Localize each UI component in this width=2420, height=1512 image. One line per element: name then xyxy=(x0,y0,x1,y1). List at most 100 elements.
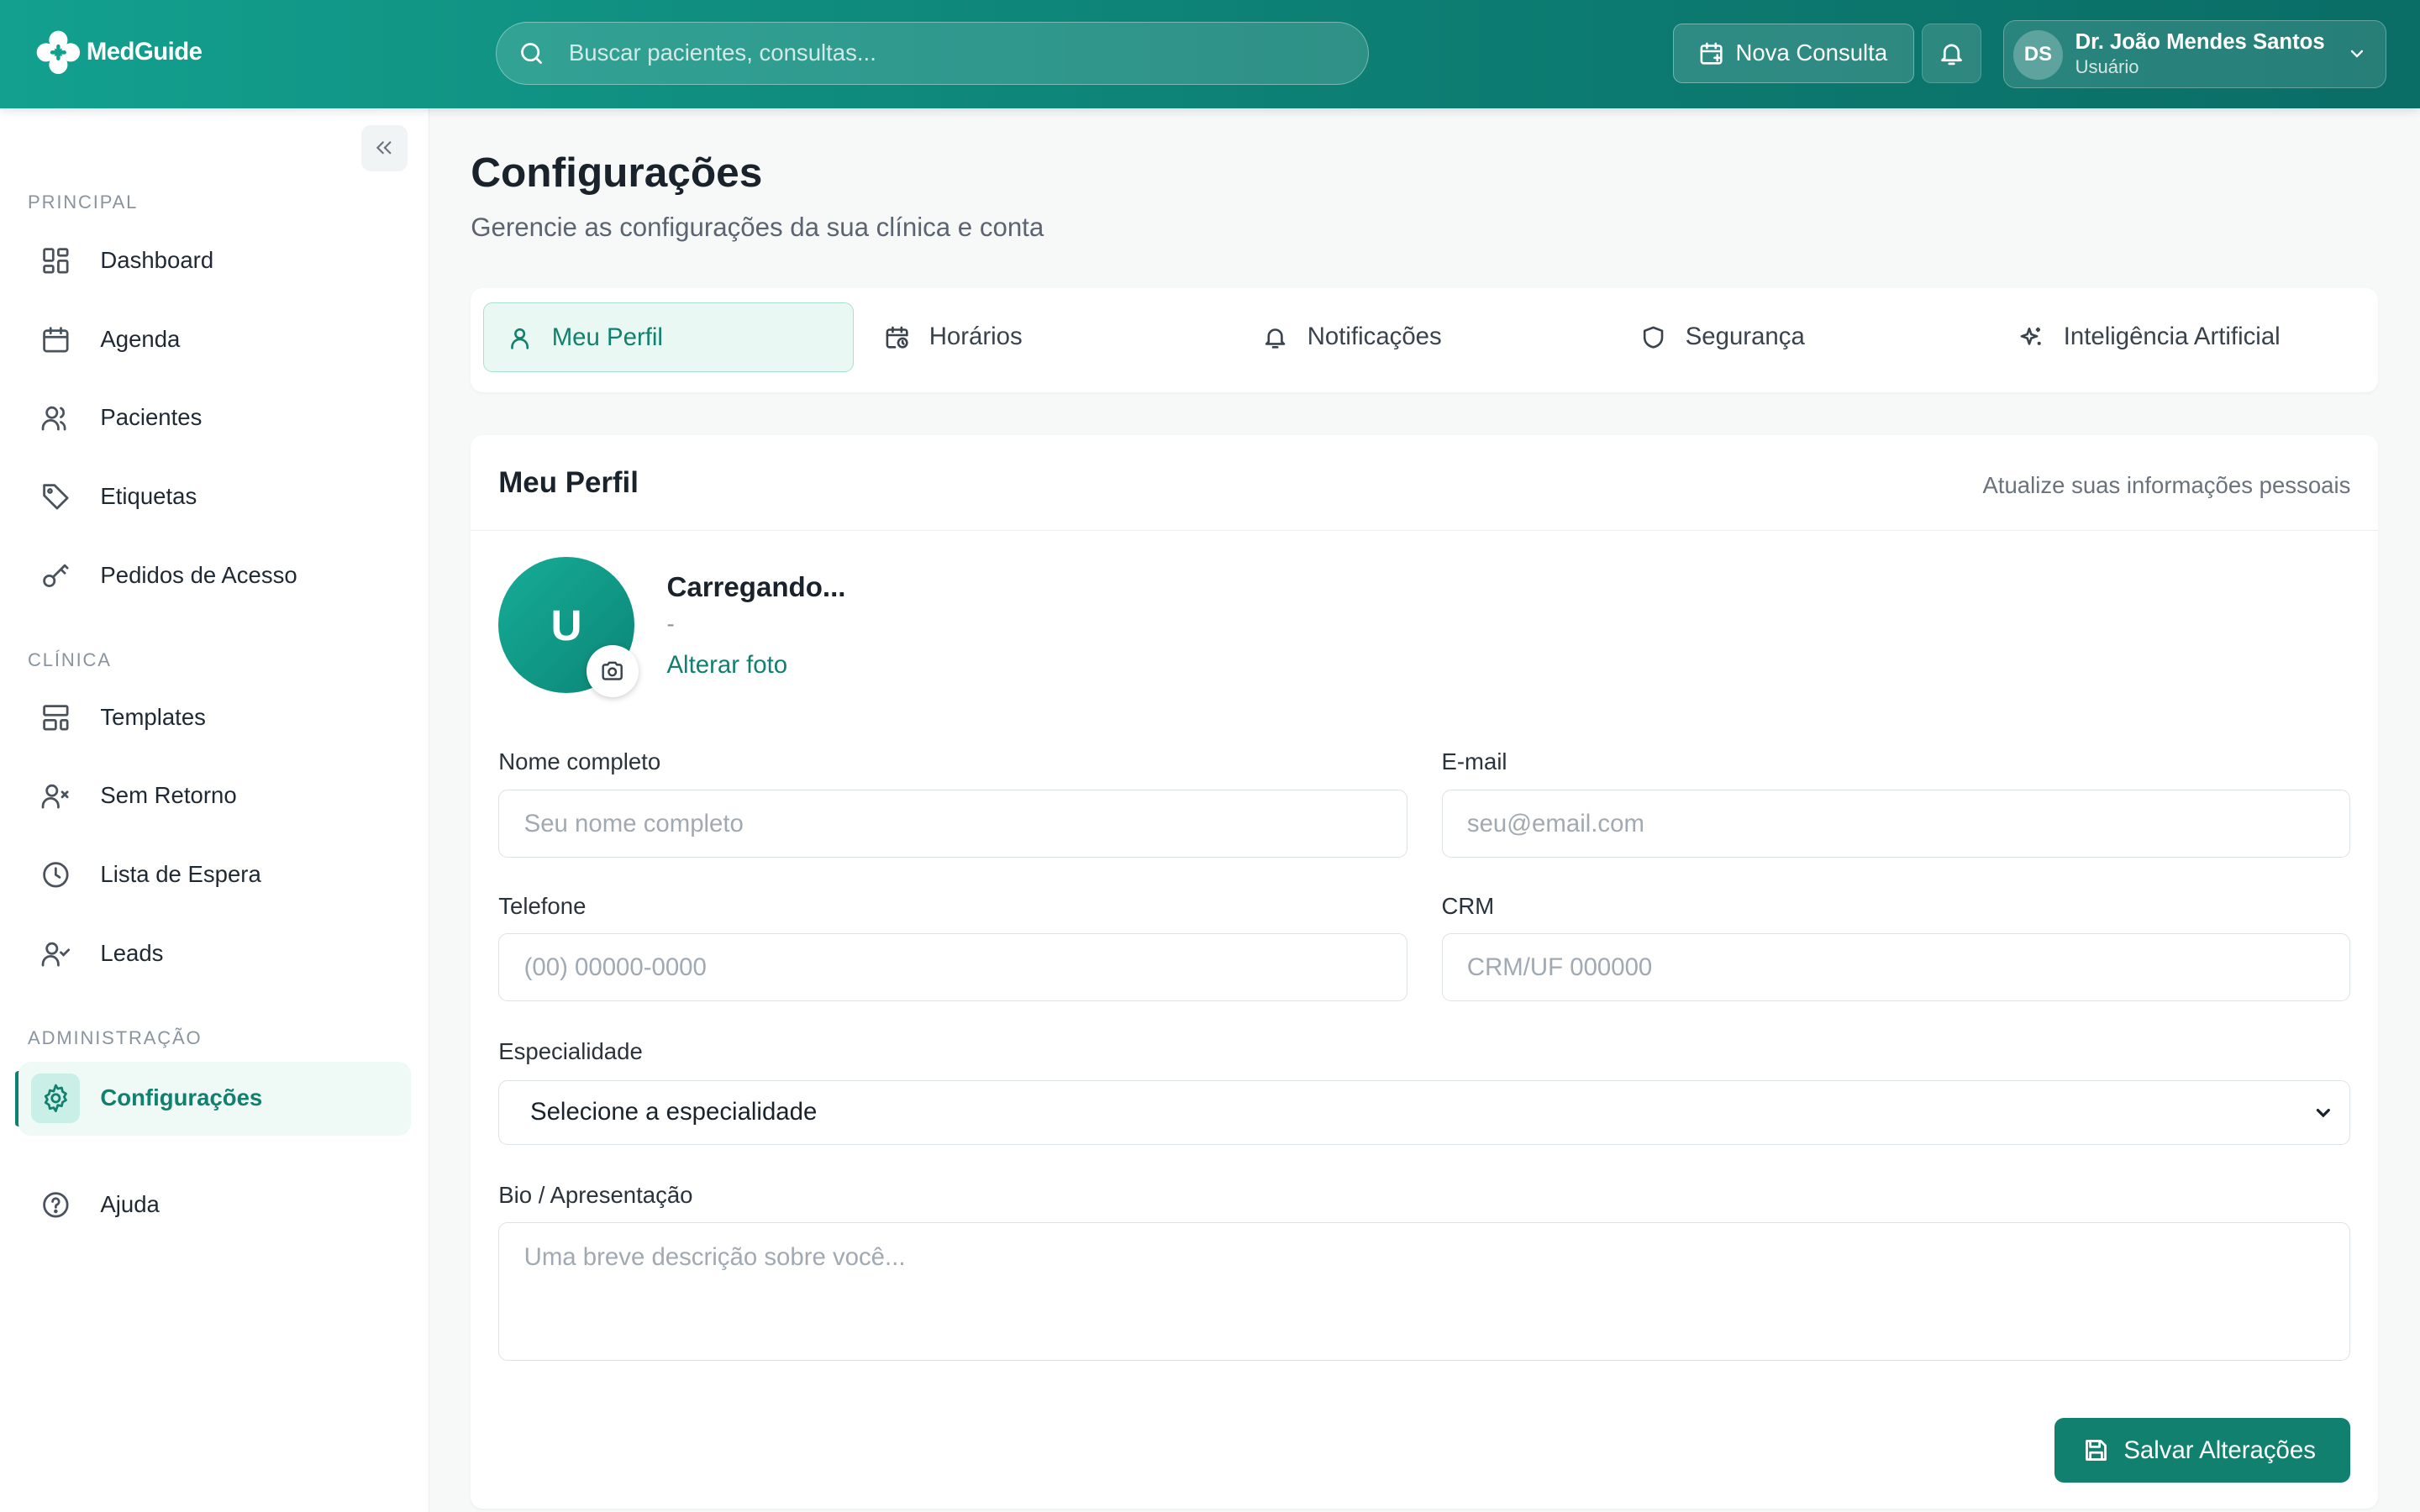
tab-label: Segurança xyxy=(1685,322,1805,350)
email-label: E-mail xyxy=(1441,748,1507,774)
save-label: Salvar Alterações xyxy=(2123,1436,2316,1464)
notifications-button[interactable] xyxy=(1921,23,1982,84)
tab-notificacoes[interactable]: Notificações xyxy=(1239,302,1610,372)
sidebar-item-sem-retorno[interactable]: Sem Retorno xyxy=(18,759,411,833)
tab-label: Inteligência Artificial xyxy=(2063,322,2281,350)
sidebar: PRINCIPAL Dashboard Agenda Pacientes Eti… xyxy=(0,108,429,1512)
card-hint: Atualize suas informações pessoais xyxy=(1982,472,2351,499)
card-header: Meu Perfil Atualize suas informações pes… xyxy=(471,435,2379,531)
section-label-administracao: ADMINISTRAÇÃO xyxy=(28,1027,203,1049)
gear-icon xyxy=(44,1084,67,1113)
nome-label: Nome completo xyxy=(498,748,661,774)
logo[interactable]: MedGuide xyxy=(34,28,203,77)
calendar-plus-icon xyxy=(1700,42,1723,65)
key-icon xyxy=(42,564,69,587)
sidebar-item-etiquetas[interactable]: Etiquetas xyxy=(18,459,411,533)
profile-card: Meu Perfil Atualize suas informações pes… xyxy=(471,434,2379,1509)
sidebar-item-dashboard[interactable]: Dashboard xyxy=(18,223,411,297)
new-consult-button[interactable]: Nova Consulta xyxy=(1673,23,1914,84)
page-title: Configurações xyxy=(471,149,763,197)
chevron-down-icon xyxy=(2350,50,2363,59)
user-avatar: DS xyxy=(2013,29,2063,80)
especialidade-label: Especialidade xyxy=(498,1038,643,1065)
sidebar-item-label: Agenda xyxy=(100,325,181,352)
save-button[interactable]: Salvar Alterações xyxy=(2054,1417,2351,1483)
sidebar-item-label: Pedidos de Acesso xyxy=(100,561,297,588)
crm-input[interactable] xyxy=(1441,933,2351,1002)
sidebar-item-label: Templates xyxy=(100,703,206,730)
section-label-clinica: CLÍNICA xyxy=(28,649,112,671)
sidebar-item-configuracoes[interactable]: Configurações xyxy=(18,1061,411,1136)
sidebar-item-label: Pacientes xyxy=(100,404,203,431)
user-check-icon xyxy=(41,942,70,967)
calendar-clock-icon xyxy=(886,326,909,349)
global-search xyxy=(495,21,1370,85)
tab-meu-perfil[interactable]: Meu Perfil xyxy=(482,302,854,372)
chevron-down-icon xyxy=(2317,1109,2331,1118)
user-role: Usuário xyxy=(2075,56,2139,78)
help-circle-icon xyxy=(42,1192,69,1218)
clock-icon xyxy=(42,862,69,888)
search-icon xyxy=(521,43,543,64)
sidebar-item-templates[interactable]: Templates xyxy=(18,680,411,754)
sidebar-item-label: Ajuda xyxy=(100,1190,160,1217)
tab-label: Notificações xyxy=(1307,322,1442,350)
bio-textarea[interactable] xyxy=(498,1221,2351,1361)
medguide-logo-icon xyxy=(37,30,81,75)
user-icon xyxy=(511,328,529,349)
nome-input[interactable] xyxy=(498,790,1408,858)
sidebar-item-ajuda[interactable]: Ajuda xyxy=(18,1168,411,1242)
profile-subtitle: - xyxy=(666,611,675,638)
layout-template-icon xyxy=(42,704,69,731)
logo-text: MedGuide xyxy=(86,38,203,66)
user-name: Dr. João Mendes Santos xyxy=(2075,29,2325,54)
sidebar-item-leads[interactable]: Leads xyxy=(18,916,411,990)
settings-tabs: Meu Perfil Horários Notificações Seguran… xyxy=(471,288,2379,392)
bell-icon xyxy=(1941,44,1962,66)
select-value: Selecione a especialidade xyxy=(529,1097,818,1126)
upload-photo-button[interactable] xyxy=(586,644,639,698)
collapse-sidebar-button[interactable] xyxy=(360,124,408,171)
save-icon xyxy=(2085,1440,2107,1461)
section-label-principal: PRINCIPAL xyxy=(28,191,139,213)
chevrons-left-icon xyxy=(376,141,392,155)
sidebar-item-label: Configurações xyxy=(100,1084,263,1111)
tab-label: Meu Perfil xyxy=(551,323,663,351)
sidebar-item-pacientes[interactable]: Pacientes xyxy=(18,381,411,455)
search-input[interactable] xyxy=(568,22,1341,83)
bio-label: Bio / Apresentação xyxy=(498,1181,693,1208)
sidebar-item-label: Sem Retorno xyxy=(100,782,237,809)
sidebar-item-pedidos-acesso[interactable]: Pedidos de Acesso xyxy=(18,538,411,612)
telefone-input[interactable] xyxy=(498,933,1408,1002)
new-consult-label: Nova Consulta xyxy=(1735,39,1888,66)
top-header: MedGuide Nova Consulta DS Dr. João Mende… xyxy=(0,0,2420,108)
tab-horarios[interactable]: Horários xyxy=(861,302,1232,372)
users-icon xyxy=(41,407,66,431)
sidebar-item-label: Etiquetas xyxy=(100,482,197,509)
sidebar-item-label: Leads xyxy=(100,939,164,966)
telefone-label: Telefone xyxy=(498,893,587,920)
user-menu[interactable]: DS Dr. João Mendes Santos Usuário xyxy=(2003,19,2386,88)
page-subtitle: Gerencie as configurações da sua clínica… xyxy=(471,213,1044,243)
sidebar-item-lista-espera[interactable]: Lista de Espera xyxy=(18,837,411,911)
profile-name: Carregando... xyxy=(666,572,846,604)
sparkles-icon xyxy=(2021,327,2042,345)
tab-label: Horários xyxy=(929,322,1023,350)
tab-inteligencia-artificial[interactable]: Inteligência Artificial xyxy=(1996,302,2366,372)
shield-icon xyxy=(1644,326,1664,349)
sidebar-item-agenda[interactable]: Agenda xyxy=(18,302,411,376)
user-x-icon xyxy=(41,785,69,809)
sidebar-item-label: Dashboard xyxy=(100,246,214,273)
crm-label: CRM xyxy=(1441,893,1495,920)
calendar-icon xyxy=(42,326,69,353)
tab-seguranca[interactable]: Segurança xyxy=(1618,302,1988,372)
camera-icon xyxy=(602,661,623,680)
change-photo-link[interactable]: Alterar foto xyxy=(666,651,787,680)
especialidade-select[interactable]: Selecione a especialidade xyxy=(498,1079,2351,1145)
app-root: MedGuide Nova Consulta DS Dr. João Mende… xyxy=(0,0,2420,1512)
card-title: Meu Perfil xyxy=(498,465,639,499)
bell-icon xyxy=(1265,328,1286,349)
tag-icon xyxy=(42,484,69,510)
email-input[interactable] xyxy=(1441,790,2351,858)
dashboard-grid-icon xyxy=(42,248,69,274)
